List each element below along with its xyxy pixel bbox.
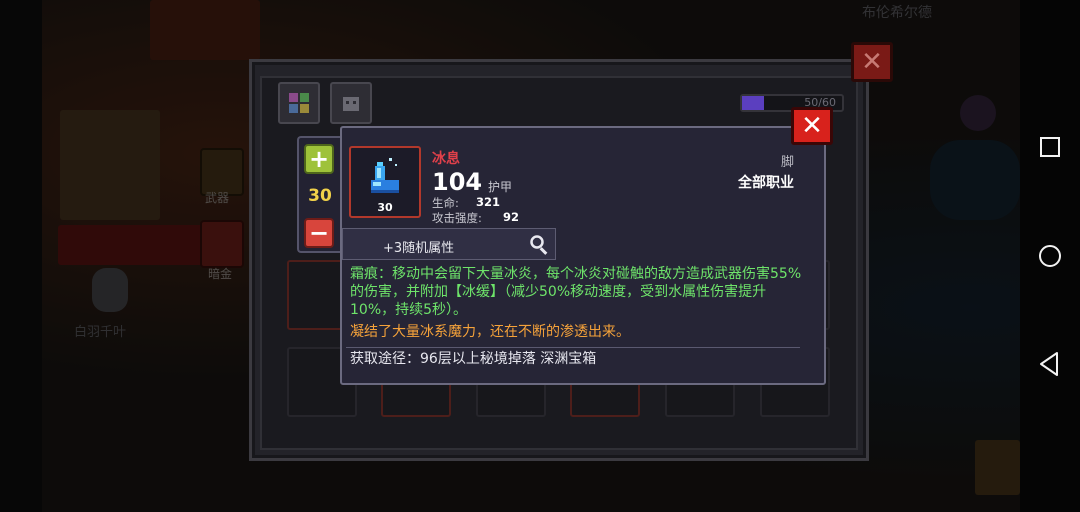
inventory-capacity-fill	[742, 96, 764, 110]
inventory-close-button[interactable]: ✕	[851, 42, 893, 82]
item-main-unit: 护甲	[488, 180, 513, 194]
item-slot-type: 脚	[780, 155, 794, 170]
stat-label-hp: 生命:	[432, 196, 459, 210]
item-level: 30	[377, 201, 393, 214]
item-main-value: 104	[432, 168, 483, 196]
level-value: 30	[308, 186, 332, 206]
tab-pet[interactable]	[330, 82, 372, 124]
tooltip-divider	[346, 347, 800, 348]
home-icon[interactable]	[1033, 239, 1067, 273]
item-name: 冰息	[432, 151, 460, 167]
back-icon[interactable]	[1033, 347, 1067, 381]
level-decrease-button[interactable]: −	[304, 218, 334, 248]
plus-icon: +	[308, 145, 330, 173]
tooltip-close-button[interactable]: ✕	[791, 107, 833, 145]
magnifier-icon[interactable]	[529, 234, 551, 256]
level-increase-button[interactable]: +	[304, 144, 334, 174]
close-icon: ✕	[801, 111, 823, 141]
item-icon-frame: 30	[349, 146, 421, 218]
item-source-text: 获取途径：96层以上秘境掉落 深渊宝箱	[350, 351, 597, 367]
item-tooltip: 30 冰息 104 护甲 生命: 321 攻击强度: 92 脚 全部职业 +3随…	[340, 126, 826, 385]
grid-icon	[289, 93, 309, 113]
random-attribute-bar[interactable]: +3随机属性	[342, 228, 556, 260]
stat-value-hp: 321	[476, 195, 501, 209]
left-edge	[0, 0, 42, 512]
item-flavor-text: 凝结了大量冰系魔力，还在不断的渗透出来。	[350, 324, 630, 340]
item-class-requirement: 全部职业	[738, 175, 794, 191]
level-stepper: + 30 −	[297, 136, 341, 253]
random-attribute-text: +3随机属性	[383, 241, 455, 256]
close-icon: ✕	[861, 47, 883, 77]
recent-apps-icon[interactable]	[1033, 130, 1067, 164]
tab-inventory[interactable]	[278, 82, 320, 124]
ice-boot-icon	[371, 158, 399, 193]
stat-label-attack: 攻击强度:	[432, 211, 482, 225]
minus-icon: −	[308, 219, 330, 247]
pet-icon	[343, 97, 359, 111]
item-effect-description: 霜痕：移动中会留下大量冰炎，每个冰炎对碰触的敌方造成武器伤害55%的伤害，并附加…	[350, 266, 802, 318]
stat-value-attack: 92	[503, 210, 520, 224]
